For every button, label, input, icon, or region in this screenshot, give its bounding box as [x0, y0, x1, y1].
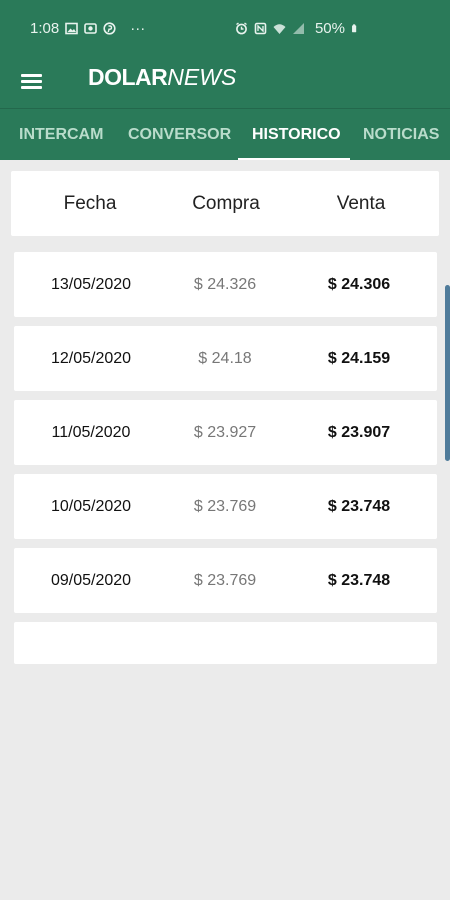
row-date: 11/05/2020	[51, 423, 131, 441]
battery-percentage: 50%	[314, 20, 345, 37]
header-fecha: Fecha	[63, 192, 117, 214]
menu-icon[interactable]	[20, 69, 44, 93]
table-row: 13/05/2020 $ 24.326 $ 24.306	[14, 252, 437, 317]
row-buy-price: $ 24.18	[198, 349, 252, 367]
row-sell-price: $ 24.159	[327, 349, 391, 367]
status-bar: 1:08 ··· 50%	[0, 0, 450, 56]
more-notifications-icon: ···	[130, 20, 146, 37]
row-date: 12/05/2020	[50, 349, 132, 367]
tab-bar: INTERCAM CONVERSOR HISTORICO NOTICIAS	[0, 108, 450, 161]
gallery-icon	[65, 22, 79, 35]
tab-conversor[interactable]: CONVERSOR	[128, 126, 231, 144]
app-bar: DOLARNEWS	[0, 56, 450, 108]
row-buy-price: $ 23.769	[193, 571, 257, 589]
signal-icon	[292, 23, 304, 34]
table-row: 10/05/2020 $ 23.769 $ 23.748	[14, 474, 437, 539]
table-row: 12/05/2020 $ 24.18 $ 24.159	[14, 326, 437, 391]
tab-intercam[interactable]: INTERCAM	[19, 126, 103, 144]
nfc-icon	[254, 22, 267, 35]
status-time: 1:08	[30, 20, 60, 37]
tab-noticias[interactable]: NOTICIAS	[363, 126, 439, 144]
scrollbar-thumb[interactable]	[445, 285, 450, 461]
photo-icon	[84, 23, 98, 34]
row-sell-price: $ 23.907	[327, 423, 391, 441]
row-buy-price: $ 24.326	[193, 275, 257, 293]
alarm-icon	[236, 22, 247, 35]
pinterest-icon	[103, 22, 116, 35]
table-row: 09/05/2020 $ 23.769 $ 23.748	[14, 548, 437, 613]
logo-text-news: NEWS	[167, 64, 237, 90]
logo-text-dolar: DOLAR	[88, 64, 168, 90]
status-bar-left: 1:08 ···	[30, 20, 145, 37]
row-sell-price: $ 24.306	[327, 275, 391, 293]
row-sell-price: $ 23.748	[327, 497, 391, 515]
row-date: 10/05/2020	[50, 497, 132, 515]
header-compra: Compra	[192, 192, 260, 214]
header-venta: Venta	[336, 192, 386, 214]
row-buy-price: $ 23.769	[193, 497, 257, 515]
row-buy-price: $ 23.927	[193, 423, 257, 441]
status-bar-right: 50%	[235, 20, 360, 37]
tab-historico[interactable]: HISTORICO	[252, 126, 341, 144]
battery-icon	[352, 24, 357, 33]
table-header: Fecha Compra Venta	[11, 171, 439, 236]
table-row-placeholder	[14, 622, 437, 664]
table-row: 11/05/2020 $ 23.927 $ 23.907	[14, 400, 437, 465]
row-date: 09/05/2020	[50, 571, 132, 589]
app-logo: DOLARNEWS	[88, 64, 236, 91]
wifi-icon	[273, 24, 286, 34]
row-sell-price: $ 23.748	[327, 571, 391, 589]
row-date: 13/05/2020	[50, 275, 132, 293]
